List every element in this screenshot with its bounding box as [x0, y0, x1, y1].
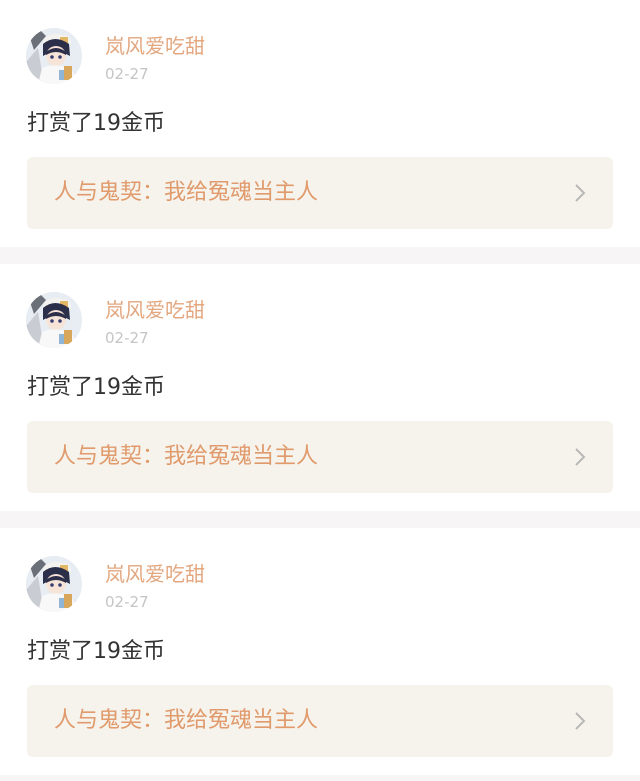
reward-message: 打赏了19金币 [27, 639, 165, 664]
user-avatar-icon[interactable] [26, 28, 82, 84]
chevron-right-icon [575, 712, 586, 730]
user-avatar-icon[interactable] [26, 556, 82, 612]
user-avatar-icon[interactable] [26, 292, 82, 348]
username[interactable]: 岚风爱吃甜 [105, 33, 205, 59]
reward-feed: 岚风爱吃甜 02-27 打赏了19金币 人与鬼契：我给冤魂当主人 岚风爱吃甜 0… [0, 0, 640, 781]
post-date: 02-27 [105, 329, 149, 347]
post-date: 02-27 [105, 593, 149, 611]
book-link-button[interactable]: 人与鬼契：我给冤魂当主人 [27, 157, 613, 229]
username[interactable]: 岚风爱吃甜 [105, 561, 205, 587]
reward-card: 岚风爱吃甜 02-27 打赏了19金币 人与鬼契：我给冤魂当主人 [0, 528, 640, 775]
post-date: 02-27 [105, 65, 149, 83]
book-title: 人与鬼契：我给冤魂当主人 [54, 180, 319, 205]
book-link-button[interactable]: 人与鬼契：我给冤魂当主人 [27, 685, 613, 757]
reward-card: 岚风爱吃甜 02-27 打赏了19金币 人与鬼契：我给冤魂当主人 [0, 264, 640, 511]
reward-card: 岚风爱吃甜 02-27 打赏了19金币 人与鬼契：我给冤魂当主人 [0, 0, 640, 247]
chevron-right-icon [575, 448, 586, 466]
reward-message: 打赏了19金币 [27, 111, 165, 136]
book-title: 人与鬼契：我给冤魂当主人 [54, 708, 319, 733]
book-title: 人与鬼契：我给冤魂当主人 [54, 444, 319, 469]
chevron-right-icon [575, 184, 586, 202]
reward-message: 打赏了19金币 [27, 375, 165, 400]
username[interactable]: 岚风爱吃甜 [105, 297, 205, 323]
book-link-button[interactable]: 人与鬼契：我给冤魂当主人 [27, 421, 613, 493]
